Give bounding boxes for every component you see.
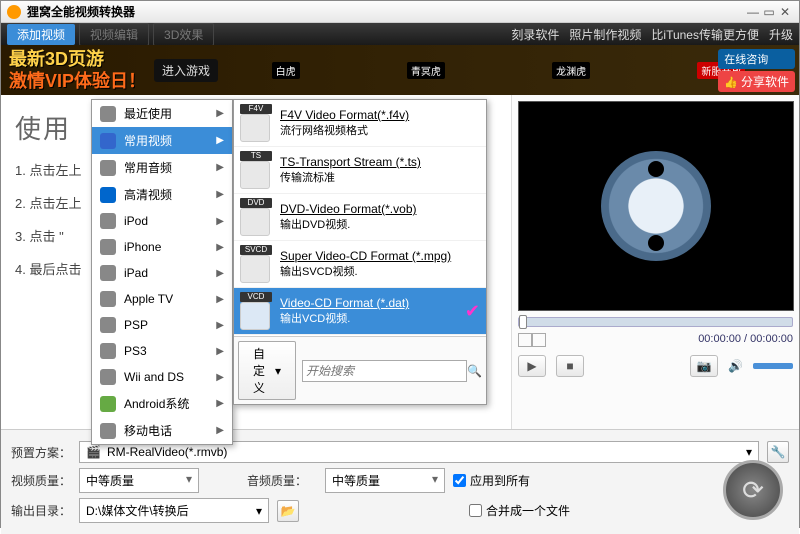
beast-tag: 白虎 xyxy=(272,62,300,79)
video-icon xyxy=(100,133,116,149)
wii-icon xyxy=(100,369,116,385)
format-icon xyxy=(240,114,270,142)
menu-item-recent[interactable]: 最近使用▶ xyxy=(92,100,232,127)
menu-item-psp[interactable]: PSP▶ xyxy=(92,312,232,338)
beast-tag: 龙渊虎 xyxy=(552,62,590,79)
search-input[interactable] xyxy=(302,360,467,382)
menu-item-android[interactable]: Android系统▶ xyxy=(92,390,232,417)
menu-item-ipod[interactable]: iPod▶ xyxy=(92,208,232,234)
format-menu: F4VF4V Video Format(*.f4v)流行网络视频格式 TSTS-… xyxy=(233,99,487,405)
apply-all-checkbox[interactable]: 应用到所有 xyxy=(453,472,530,489)
ad-banner: 最新3D页游 激情VIP体验日！ 进入游戏 白虎 青冥虎 龙渊虎 新服开放 在线… xyxy=(1,45,799,95)
category-menu: 最近使用▶ 常用视频▶ 常用音频▶ 高清视频▶ iPod▶ iPhone▶ iP… xyxy=(91,99,233,445)
menu-item-hd-video[interactable]: 高清视频▶ xyxy=(92,181,232,208)
preset-label: 预置方案： xyxy=(11,444,71,461)
iphone-icon xyxy=(100,239,116,255)
output-label: 输出目录： xyxy=(11,502,71,519)
chevron-down-icon: ▾ xyxy=(746,445,752,459)
link-itunes[interactable]: 比iTunes传输更方便 xyxy=(651,26,759,43)
window-title: 狸窝全能视频转换器 xyxy=(27,3,745,20)
beast-tag: 青冥虎 xyxy=(407,62,445,79)
play-button[interactable]: ▶ xyxy=(518,355,546,377)
titlebar: 狸窝全能视频转换器 — ▭ ✕ xyxy=(1,1,799,23)
format-item-selected[interactable]: VCDVideo-CD Format (*.dat)输出VCD视频.✔ xyxy=(234,288,486,335)
menu-item-wii[interactable]: Wii and DS▶ xyxy=(92,364,232,390)
menu-item-ps3[interactable]: PS3▶ xyxy=(92,338,232,364)
vq-label: 视频质量： xyxy=(11,472,71,489)
preview-panel xyxy=(518,101,794,311)
link-photo-video[interactable]: 照片制作视频 xyxy=(569,26,641,43)
volume-slider[interactable] xyxy=(753,363,793,369)
hd-icon xyxy=(100,187,116,203)
chevron-down-icon: ▾ xyxy=(256,504,262,518)
format-item[interactable]: SVCDSuper Video-CD Format (*.mpg)输出SVCD视… xyxy=(234,241,486,288)
mobile-icon xyxy=(100,423,116,439)
format-icon xyxy=(240,255,270,283)
menu-item-iphone[interactable]: iPhone▶ xyxy=(92,234,232,260)
time-display: 00:00:00 / 00:00:00 xyxy=(698,333,793,347)
format-icon xyxy=(240,208,270,236)
consult-button[interactable]: 在线咨询 xyxy=(718,49,795,69)
ps3-icon xyxy=(100,343,116,359)
link-burn[interactable]: 刻录软件 xyxy=(511,26,559,43)
chevron-down-icon: ▾ xyxy=(186,472,192,489)
merge-checkbox[interactable]: 合并成一个文件 xyxy=(469,502,570,519)
menu-item-common-video[interactable]: 常用视频▶ xyxy=(92,127,232,154)
range-start-button[interactable] xyxy=(518,333,532,347)
range-end-button[interactable] xyxy=(532,333,546,347)
menu-item-mobile[interactable]: 移动电话▶ xyxy=(92,417,232,444)
chevron-down-icon: ▾ xyxy=(432,472,438,489)
format-item[interactable]: DVDDVD-Video Format(*.vob)输出DVD视频. xyxy=(234,194,486,241)
tab-add-video[interactable]: 添加视频 xyxy=(7,24,75,45)
banner-enter-button[interactable]: 进入游戏 xyxy=(154,59,218,82)
android-icon xyxy=(100,396,116,412)
format-icon xyxy=(240,302,270,330)
minimize-button[interactable]: — xyxy=(745,5,761,19)
format-item[interactable]: TSTS-Transport Stream (*.ts)传输流标准 xyxy=(234,147,486,194)
banner-line2: 激情VIP体验日！ xyxy=(9,70,146,92)
format-icon xyxy=(240,161,270,189)
aq-label: 音频质量： xyxy=(247,472,317,489)
link-upgrade[interactable]: 升级 xyxy=(769,26,793,43)
search-icon[interactable]: 🔍 xyxy=(467,364,482,378)
audio-icon xyxy=(100,160,116,176)
maximize-button[interactable]: ▭ xyxy=(761,5,777,19)
clock-icon xyxy=(100,106,116,122)
appletv-icon xyxy=(100,291,116,307)
format-item[interactable]: F4VF4V Video Format(*.f4v)流行网络视频格式 xyxy=(234,100,486,147)
tab-3d-effect[interactable]: 3D效果 xyxy=(153,23,214,46)
ipad-icon xyxy=(100,265,116,281)
stop-button[interactable]: ■ xyxy=(556,355,584,377)
audio-quality-dropdown[interactable]: 中等质量▾ xyxy=(325,468,445,493)
volume-icon[interactable]: 🔊 xyxy=(728,359,743,373)
progress-slider[interactable] xyxy=(518,317,793,327)
menu-item-appletv[interactable]: Apple TV▶ xyxy=(92,286,232,312)
custom-button[interactable]: 自定义 ▾ xyxy=(238,341,296,400)
psp-icon xyxy=(100,317,116,333)
snapshot-button[interactable]: 📷 xyxy=(690,355,718,377)
convert-button[interactable]: ⟳ xyxy=(723,460,783,520)
output-path-field[interactable]: D:\媒体文件\转换后▾ xyxy=(79,498,269,523)
video-quality-dropdown[interactable]: 中等质量▾ xyxy=(79,468,199,493)
app-logo-icon xyxy=(7,5,21,19)
menu-item-common-audio[interactable]: 常用音频▶ xyxy=(92,154,232,181)
toolbar: 添加视频 视频编辑 3D效果 刻录软件 照片制作视频 比iTunes传输更方便 … xyxy=(1,23,799,45)
settings-button[interactable]: 🔧 xyxy=(767,441,789,463)
open-folder-button[interactable]: 📂 xyxy=(277,500,299,522)
share-button[interactable]: 👍 分享软件 xyxy=(718,71,795,92)
slider-thumb[interactable] xyxy=(519,315,527,329)
check-icon: ✔ xyxy=(465,301,480,322)
ipod-icon xyxy=(100,213,116,229)
banner-line1: 最新3D页游 xyxy=(9,48,146,70)
tab-video-edit[interactable]: 视频编辑 xyxy=(79,23,149,46)
menu-item-ipad[interactable]: iPad▶ xyxy=(92,260,232,286)
realvideo-icon: 🎬 xyxy=(86,445,101,459)
close-button[interactable]: ✕ xyxy=(777,5,793,19)
film-reel-icon xyxy=(601,151,711,261)
chevron-down-icon: ▾ xyxy=(275,364,281,378)
